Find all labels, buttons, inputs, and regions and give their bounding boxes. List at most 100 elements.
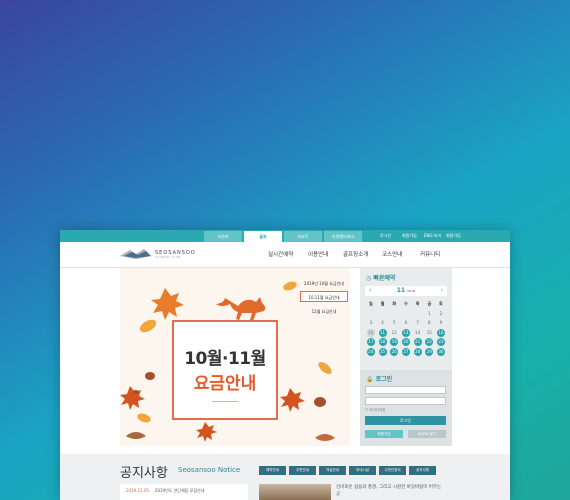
calendar-day[interactable]: 24 bbox=[365, 347, 377, 357]
calendar-day[interactable]: 27 bbox=[400, 347, 412, 357]
calendar-day-number: 7 bbox=[416, 320, 419, 325]
notice-tab-1[interactable]: 예약안내 bbox=[259, 466, 286, 475]
calendar-day-number: 2 bbox=[439, 310, 443, 316]
login-id-input[interactable] bbox=[365, 386, 446, 394]
calendar-day-number: 4 bbox=[381, 320, 384, 325]
calendar-day bbox=[400, 309, 412, 319]
notice-tab-6[interactable]: 공지사항 bbox=[409, 466, 436, 475]
calendar-day-number: 29 bbox=[425, 347, 434, 356]
calendar-day-number: 6 bbox=[404, 320, 408, 325]
banner-month-oct-nov[interactable]: 10,11월 요금안내 bbox=[300, 291, 348, 302]
calendar-day-number: 3 bbox=[369, 320, 373, 325]
calendar-day-number: 17 bbox=[366, 338, 375, 346]
save-id-label: 아이디저장 bbox=[369, 408, 386, 412]
tab-island-park[interactable]: 아일랜드파크 bbox=[324, 231, 362, 242]
notice-tab-2[interactable]: 주변안내 bbox=[289, 466, 316, 475]
calendar-day[interactable]: 29 bbox=[423, 347, 435, 357]
calendar-day[interactable]: 4 bbox=[377, 318, 389, 328]
calendar-day[interactable]: 19 bbox=[388, 337, 400, 347]
site-logo[interactable]: SEOSANSOO COUNTRY CLUB bbox=[120, 246, 195, 264]
calendar-day[interactable]: 16 bbox=[435, 328, 447, 338]
login-panel: 🔒 로그인 ☐ 아이디저장 로그인 회원가입 ID/PW 찾기 bbox=[360, 370, 452, 446]
calendar-day[interactable]: 28 bbox=[412, 347, 424, 357]
menu-course-guide[interactable]: 코스안내 bbox=[382, 250, 402, 258]
calendar-day[interactable]: 15 bbox=[423, 328, 435, 338]
util-login[interactable]: 로그인 bbox=[380, 230, 391, 242]
calendar-day[interactable]: 30 bbox=[435, 347, 447, 357]
reservation-calendar: 일 월 화 수 목 금 토 1 2 3 4 5 6 7 8 9 10 11 12 13 14 15 16 17 18 19 20 21… bbox=[365, 299, 447, 356]
login-button[interactable]: 로그인 bbox=[365, 416, 446, 425]
util-english[interactable]: ENG 보기 bbox=[424, 230, 441, 242]
menu-community[interactable]: 커뮤니티 bbox=[420, 250, 440, 258]
banner-month-oct[interactable]: 2019년 10월 요금안내 bbox=[300, 278, 348, 289]
banner-title-months: 10월·11월 bbox=[184, 349, 266, 369]
calendar-day[interactable]: 23 bbox=[435, 337, 447, 347]
login-title: 🔒 로그인 bbox=[366, 376, 393, 383]
notice-tab-3[interactable]: 객실안내 bbox=[319, 466, 346, 475]
calendar-weekday: 일 bbox=[369, 301, 373, 306]
quick-reservation-title-text: 빠른예약 bbox=[373, 275, 396, 282]
calendar-day[interactable]: 25 bbox=[377, 347, 389, 357]
tab-golf[interactable]: 골프 bbox=[244, 231, 282, 242]
notice-list: 2019.11.05 2019년도 연단체팀 모집안내 bbox=[120, 484, 248, 500]
calendar-day-number: 16 bbox=[436, 328, 445, 337]
calendar-day[interactable]: 5 bbox=[388, 318, 400, 328]
calendar-day[interactable]: 21 bbox=[412, 337, 424, 347]
calendar-day-number: 8 bbox=[428, 320, 431, 325]
find-id-pw-button[interactable]: ID/PW 찾기 bbox=[408, 430, 446, 438]
top-utility-bar: 서산바 골프 리조트 아일랜드파크 로그인 회원가입 ENG 보기 회원가입 bbox=[60, 230, 510, 242]
calendar-day[interactable]: 6 bbox=[400, 318, 412, 328]
menu-realtime-reservation[interactable]: 실시간예약 bbox=[268, 250, 293, 258]
banner-month-dec[interactable]: 12월 요금안내 bbox=[300, 306, 348, 317]
banner-title-fee-guide: 요금안내 bbox=[193, 374, 257, 394]
menu-golf-course-intro[interactable]: 골프장소개 bbox=[343, 250, 368, 258]
calendar-day-number: 21 bbox=[413, 338, 422, 346]
calendar-day[interactable]: 10 bbox=[365, 328, 377, 338]
join-button[interactable]: 회원가입 bbox=[365, 430, 403, 438]
calendar-day-number: 22 bbox=[425, 338, 434, 346]
login-password-input[interactable] bbox=[365, 397, 446, 405]
notice-title: 공지사항 bbox=[120, 466, 168, 481]
notice-tab-5[interactable]: 주변관광지 bbox=[379, 466, 406, 475]
calendar-day[interactable]: 1 bbox=[423, 309, 435, 319]
menu-usage-guide[interactable]: 이용안내 bbox=[308, 250, 328, 258]
calendar-day[interactable]: 17 bbox=[365, 337, 377, 347]
calendar-day[interactable]: 26 bbox=[388, 347, 400, 357]
tab-resort[interactable]: 리조트 bbox=[284, 231, 322, 242]
calendar-weekday-row: 일월화수목금토 bbox=[365, 299, 447, 309]
notice-item-date: 2019.11.05 bbox=[126, 488, 149, 493]
calendar-weekday: 화 bbox=[392, 301, 397, 306]
banner-month-list: 2019년 10월 요금안내 10,11월 요금안내 12월 요금안내 bbox=[300, 278, 348, 319]
save-id-checkbox[interactable]: ☐ 아이디저장 bbox=[365, 408, 385, 413]
calendar-day-number: 26 bbox=[390, 347, 399, 356]
calendar-day[interactable]: 11 bbox=[377, 328, 389, 338]
calendar-day[interactable]: 12 bbox=[388, 328, 400, 338]
calendar-day[interactable]: 7 bbox=[412, 318, 424, 328]
calendar-month-number: 11 bbox=[396, 287, 406, 294]
calendar-day-number: 28 bbox=[413, 347, 422, 356]
util-join-2[interactable]: 회원가입 bbox=[446, 230, 461, 242]
calendar-week-row: 17 18 19 20 21 22 23 bbox=[365, 337, 447, 347]
calendar-day-number: 24 bbox=[366, 347, 375, 356]
list-item[interactable]: 2019.11.05 2019년도 연단체팀 모집안내 bbox=[126, 488, 204, 494]
tab-seosanba[interactable]: 서산바 bbox=[204, 231, 242, 242]
calendar-week-row: 12 bbox=[365, 309, 447, 319]
calendar-day[interactable]: 18 bbox=[377, 337, 389, 347]
website-screenshot: 서산바 골프 리조트 아일랜드파크 로그인 회원가입 ENG 보기 회원가입 S… bbox=[60, 230, 510, 500]
calendar-day[interactable]: 14 bbox=[412, 328, 424, 338]
calendar-day[interactable]: 20 bbox=[400, 337, 412, 347]
feature-thumbnail[interactable] bbox=[259, 484, 331, 500]
util-join[interactable]: 회원가입 bbox=[402, 230, 417, 242]
calendar-week-row: 24 25 26 27 28 29 30 bbox=[365, 347, 447, 357]
calendar-day[interactable]: 3 bbox=[365, 318, 377, 328]
calendar-day[interactable]: 8 bbox=[423, 318, 435, 328]
notice-title-en: Seosansoo Notice bbox=[178, 466, 241, 474]
calendar-day[interactable]: 2 bbox=[435, 309, 447, 319]
calendar-day[interactable]: 22 bbox=[423, 337, 435, 347]
next-month-icon[interactable]: › bbox=[441, 287, 443, 294]
logo-subtext: COUNTRY CLUB bbox=[155, 256, 181, 259]
fee-guide-box: 10월·11월 요금안내 bbox=[172, 320, 278, 420]
calendar-day[interactable]: 13 bbox=[400, 328, 412, 338]
notice-tab-4[interactable]: 부대시설 bbox=[349, 466, 376, 475]
calendar-day[interactable]: 9 bbox=[435, 318, 447, 328]
